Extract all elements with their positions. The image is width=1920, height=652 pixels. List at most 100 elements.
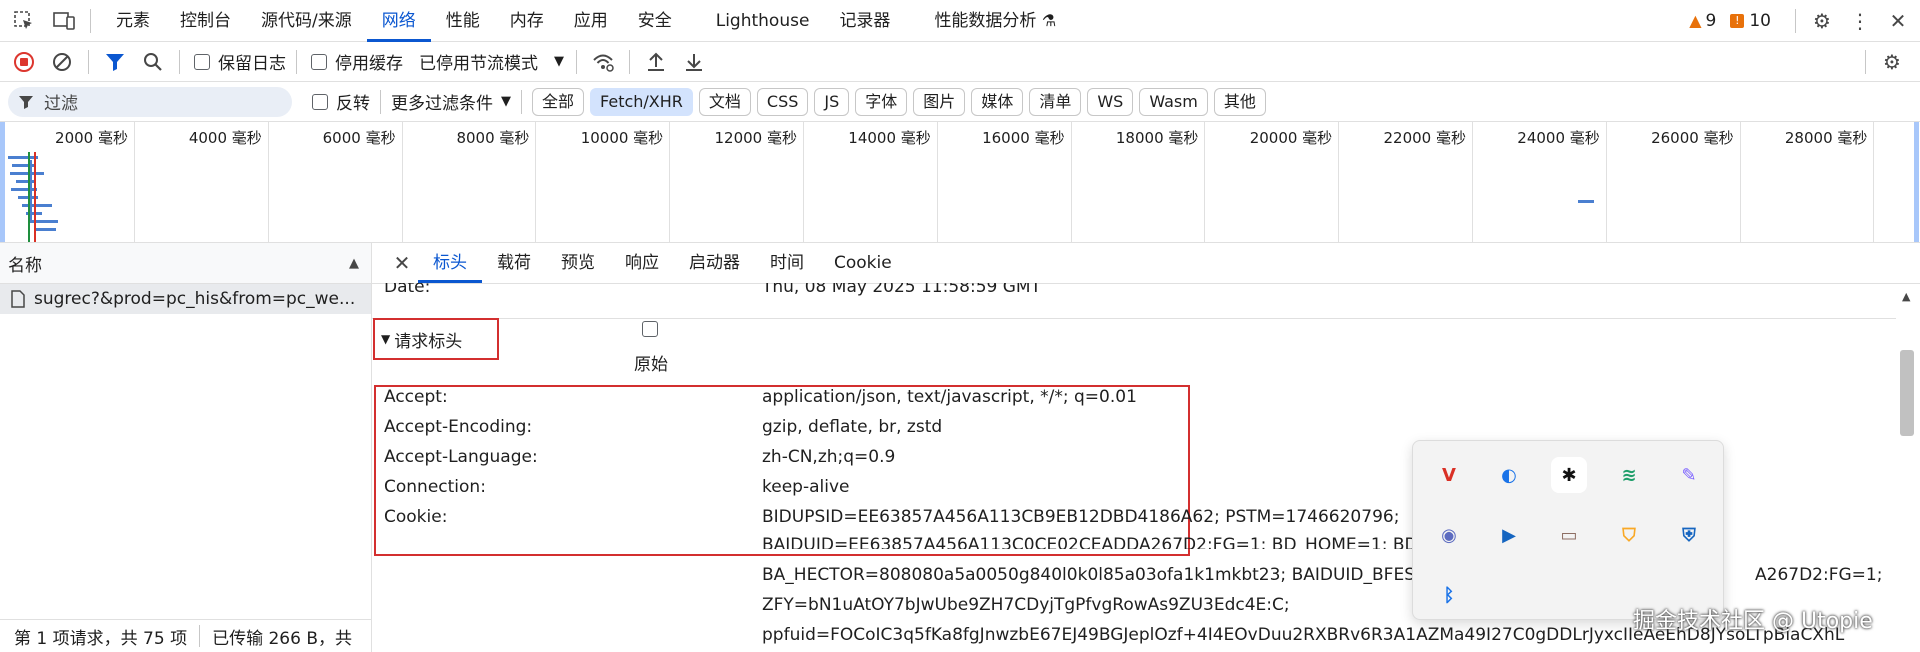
tab-recorder[interactable]: 记录器 — [824, 0, 905, 42]
preserve-log-checkbox[interactable] — [194, 53, 210, 70]
request-headers-section-toggle[interactable]: ▼ 请求标头 — [373, 318, 499, 360]
filter-chip-media[interactable]: 媒体 — [971, 87, 1024, 116]
tab-performance-insights[interactable]: 性能数据分析 ⚗ — [919, 0, 1071, 42]
filter-chip-fetch-xhr[interactable]: Fetch/XHR — [590, 87, 693, 116]
tray-app-black-icon[interactable]: ✱ — [1551, 457, 1587, 493]
more-options-icon[interactable]: ⋮ — [1844, 5, 1876, 37]
tab-payload[interactable]: 载荷 — [482, 243, 546, 283]
tab-preview[interactable]: 预览 — [546, 243, 610, 283]
detail-tab-bar: ✕ 标头 载荷 预览 响应 启动器 时间 Cookie — [372, 243, 1920, 284]
tray-app-eye-icon[interactable]: ◉ — [1431, 517, 1467, 553]
header-value: gzip, deflate, br, zstd — [762, 417, 943, 437]
warnings-badge[interactable]: ▲ 9 — [1689, 11, 1716, 31]
timeline-tick-label: 4000 毫秒 — [188, 129, 262, 147]
request-row-selected[interactable]: sugrec?&prod=pc_his&from=pc_we... — [0, 284, 371, 314]
filter-chip-all[interactable]: 全部 — [532, 87, 585, 116]
divider — [372, 318, 1896, 319]
tab-performance[interactable]: 性能 — [431, 0, 495, 42]
timeline-right-handle[interactable] — [1914, 122, 1919, 242]
tab-security[interactable]: 安全 — [623, 0, 687, 42]
tray-app-purple-icon[interactable]: ✎ — [1671, 457, 1707, 493]
disable-cache-label: 停用缓存 — [335, 54, 403, 74]
filter-chip-wasm[interactable]: Wasm — [1139, 87, 1208, 116]
tab-cookie[interactable]: Cookie — [819, 243, 907, 283]
name-column-header[interactable]: 名称 ▲ — [0, 243, 371, 284]
filter-chip-other[interactable]: 其他 — [1213, 87, 1266, 116]
system-tray-popup: V ◐ ✱ ≋ ✎ ◉ ▶ ▭ ⛉ ⛨ ᛒ — [1412, 440, 1724, 620]
timeline-late-request — [1578, 200, 1594, 203]
filter-input[interactable]: 过滤 — [8, 86, 292, 117]
tray-app-red-icon[interactable]: V — [1431, 457, 1467, 493]
request-name: sugrec?&prod=pc_his&from=pc_we... — [34, 289, 356, 309]
timeline-tick-label: 6000 毫秒 — [322, 129, 396, 147]
filter-chip-font[interactable]: 字体 — [855, 87, 908, 116]
stop-recording-icon[interactable] — [8, 46, 40, 78]
tray-security-warning-icon[interactable]: ⛨ — [1671, 517, 1707, 553]
settings-gear-icon[interactable]: ⚙ — [1806, 5, 1838, 37]
filter-chip-img[interactable]: 图片 — [913, 87, 966, 116]
export-har-icon[interactable] — [678, 46, 710, 78]
filter-funnel-icon[interactable] — [99, 46, 131, 78]
timeline-left-handle[interactable] — [0, 122, 5, 242]
tray-app-shield-blue-icon[interactable]: ◐ — [1491, 457, 1527, 493]
header-value: application/json, text/javascript, */*; … — [762, 387, 1137, 407]
clear-icon[interactable] — [46, 46, 78, 78]
divider — [199, 625, 201, 647]
divider — [179, 49, 180, 74]
errors-badge[interactable]: ! 10 — [1730, 11, 1771, 31]
timeline-tick-label: 16000 毫秒 — [982, 129, 1065, 147]
close-devtools-icon[interactable]: ✕ — [1882, 5, 1914, 37]
tab-network[interactable]: 网络 — [366, 0, 431, 42]
timeline-tick-label: 10000 毫秒 — [580, 129, 664, 147]
tab-response[interactable]: 响应 — [610, 243, 674, 283]
filter-chip-manifest[interactable]: 清单 — [1029, 87, 1082, 116]
tab-initiator[interactable]: 启动器 — [674, 243, 755, 283]
more-filters-label: 更多过滤条件 — [391, 94, 493, 114]
divider — [88, 49, 89, 74]
issue-icon: ! — [1730, 13, 1745, 28]
filter-chip-css[interactable]: CSS — [756, 87, 809, 116]
device-toolbar-icon[interactable] — [48, 5, 80, 37]
filter-chip-ws[interactable]: WS — [1087, 87, 1134, 116]
tab-headers[interactable]: 标头 — [418, 243, 482, 283]
transferred-text: 已传输 266 B，共 — [212, 628, 352, 649]
divider — [296, 49, 297, 74]
tab-console[interactable]: 控制台 — [165, 0, 246, 42]
tab-elements[interactable]: 元素 — [101, 0, 165, 42]
bluetooth-icon[interactable]: ᛒ — [1431, 577, 1467, 613]
timeline-waterfall — [8, 152, 68, 242]
network-settings-gear-icon[interactable]: ⚙ — [1876, 46, 1908, 78]
expand-triangle-icon: ▼ — [381, 332, 391, 346]
header-name: Accept: — [384, 387, 448, 407]
tray-app-green-icon[interactable]: ≋ — [1611, 457, 1647, 493]
name-column-label: 名称 — [8, 255, 42, 276]
tab-sources[interactable]: 源代码/来源 — [246, 0, 367, 42]
throttling-select[interactable]: 已停用节流模式 ▼ — [419, 49, 564, 74]
scrollbar-thumb[interactable] — [1900, 350, 1914, 436]
invert-checkbox[interactable] — [312, 93, 328, 110]
import-har-icon[interactable] — [640, 46, 672, 78]
timeline-overview[interactable]: 2000 毫秒 4000 毫秒 6000 毫秒 8000 毫秒 10000 毫秒 1200… — [0, 122, 1920, 243]
detail-scrollbar[interactable]: ▲ — [1896, 284, 1918, 652]
tab-timing[interactable]: 时间 — [755, 243, 819, 283]
filter-chip-js[interactable]: JS — [814, 87, 850, 116]
disable-cache-checkbox[interactable] — [311, 53, 327, 70]
filter-chip-doc[interactable]: 文档 — [698, 87, 751, 116]
document-icon — [11, 290, 25, 308]
close-detail-icon[interactable]: ✕ — [386, 247, 418, 279]
tray-app-orange-shield-icon[interactable]: ⛉ — [1611, 517, 1647, 553]
errors-count: 10 — [1749, 10, 1771, 31]
tray-app-window-icon[interactable]: ▭ — [1551, 517, 1587, 553]
header-value: keep-alive — [762, 477, 850, 497]
raw-headers-checkbox[interactable] — [642, 321, 658, 337]
network-conditions-icon[interactable] — [587, 46, 619, 78]
timeline-tick-label: 20000 毫秒 — [1249, 129, 1333, 147]
tab-lighthouse[interactable]: Lighthouse — [701, 0, 825, 42]
more-filters-dropdown[interactable]: 更多过滤条件 ▼ — [391, 89, 511, 114]
tray-app-blue-square-icon[interactable]: ▶ — [1491, 517, 1527, 553]
tab-application[interactable]: 应用 — [559, 0, 623, 42]
inspect-element-icon[interactable] — [8, 5, 40, 37]
scroll-up-arrow-icon[interactable]: ▲ — [1902, 290, 1910, 303]
search-icon[interactable] — [137, 46, 169, 78]
tab-memory[interactable]: 内存 — [495, 0, 559, 42]
